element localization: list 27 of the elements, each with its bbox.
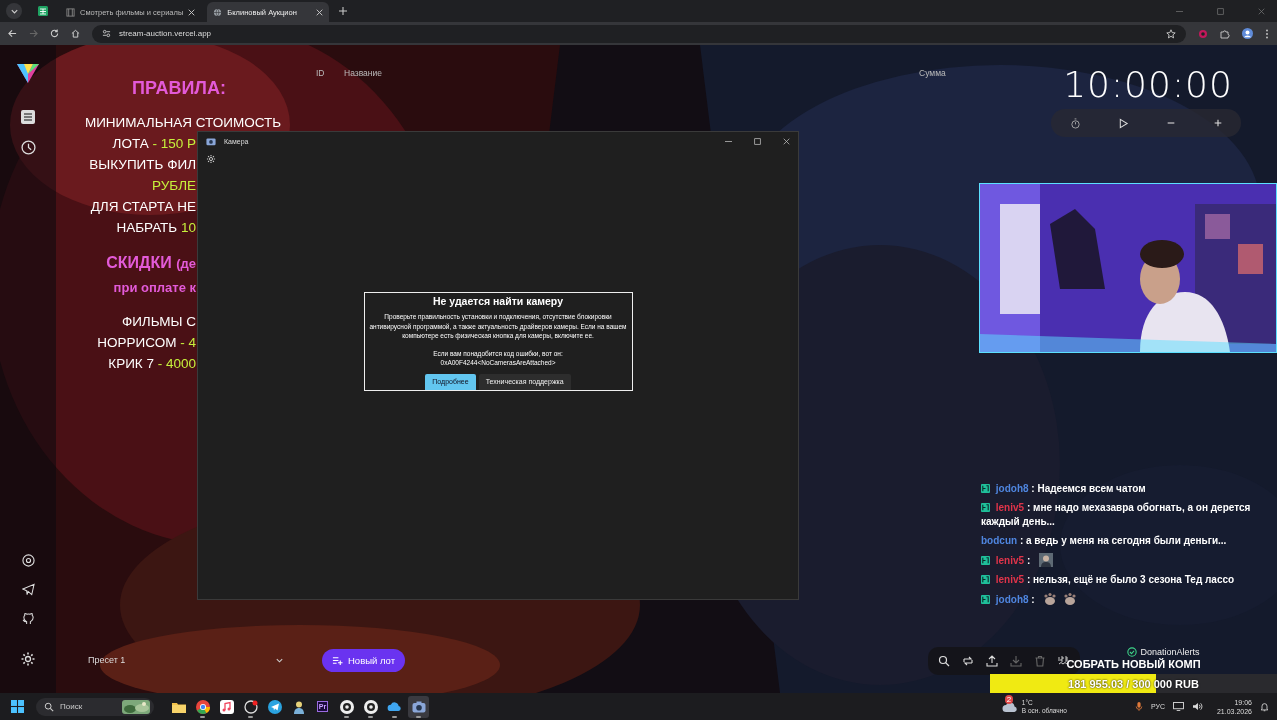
film-icon	[66, 7, 75, 17]
tab-list-button[interactable]	[6, 3, 22, 19]
notification-badge: 2	[1004, 694, 1014, 704]
windows-start-icon[interactable]	[11, 700, 24, 713]
globe-icon	[213, 7, 223, 17]
plus-icon[interactable]	[339, 7, 348, 15]
menu-icon[interactable]	[1265, 28, 1269, 39]
monitor-icon[interactable]	[1172, 702, 1184, 711]
home-icon[interactable]	[71, 29, 80, 38]
microphone-icon[interactable]	[1134, 701, 1143, 712]
extension-icon[interactable]	[1198, 28, 1208, 39]
close-icon[interactable]	[316, 8, 324, 16]
site-settings-icon[interactable]	[102, 29, 111, 38]
back-icon[interactable]	[8, 29, 17, 38]
bell-icon[interactable]	[1260, 701, 1269, 712]
star-icon[interactable]	[1166, 28, 1176, 39]
puzzle-icon[interactable]	[1220, 28, 1230, 39]
camera-app-icon[interactable]	[408, 695, 429, 718]
speaker-icon[interactable]	[1191, 702, 1203, 711]
search-icon	[44, 701, 54, 712]
cloud-icon	[1001, 700, 1018, 713]
profile-icon[interactable]	[1242, 28, 1253, 39]
spreadsheet-icon[interactable]	[38, 6, 48, 16]
close-icon[interactable]	[188, 8, 196, 16]
reload-icon[interactable]	[50, 29, 59, 38]
address-field[interactable]: stream-auction.vercel.app	[92, 24, 1186, 43]
taskbar-search-field[interactable]: Поиск	[36, 697, 154, 716]
